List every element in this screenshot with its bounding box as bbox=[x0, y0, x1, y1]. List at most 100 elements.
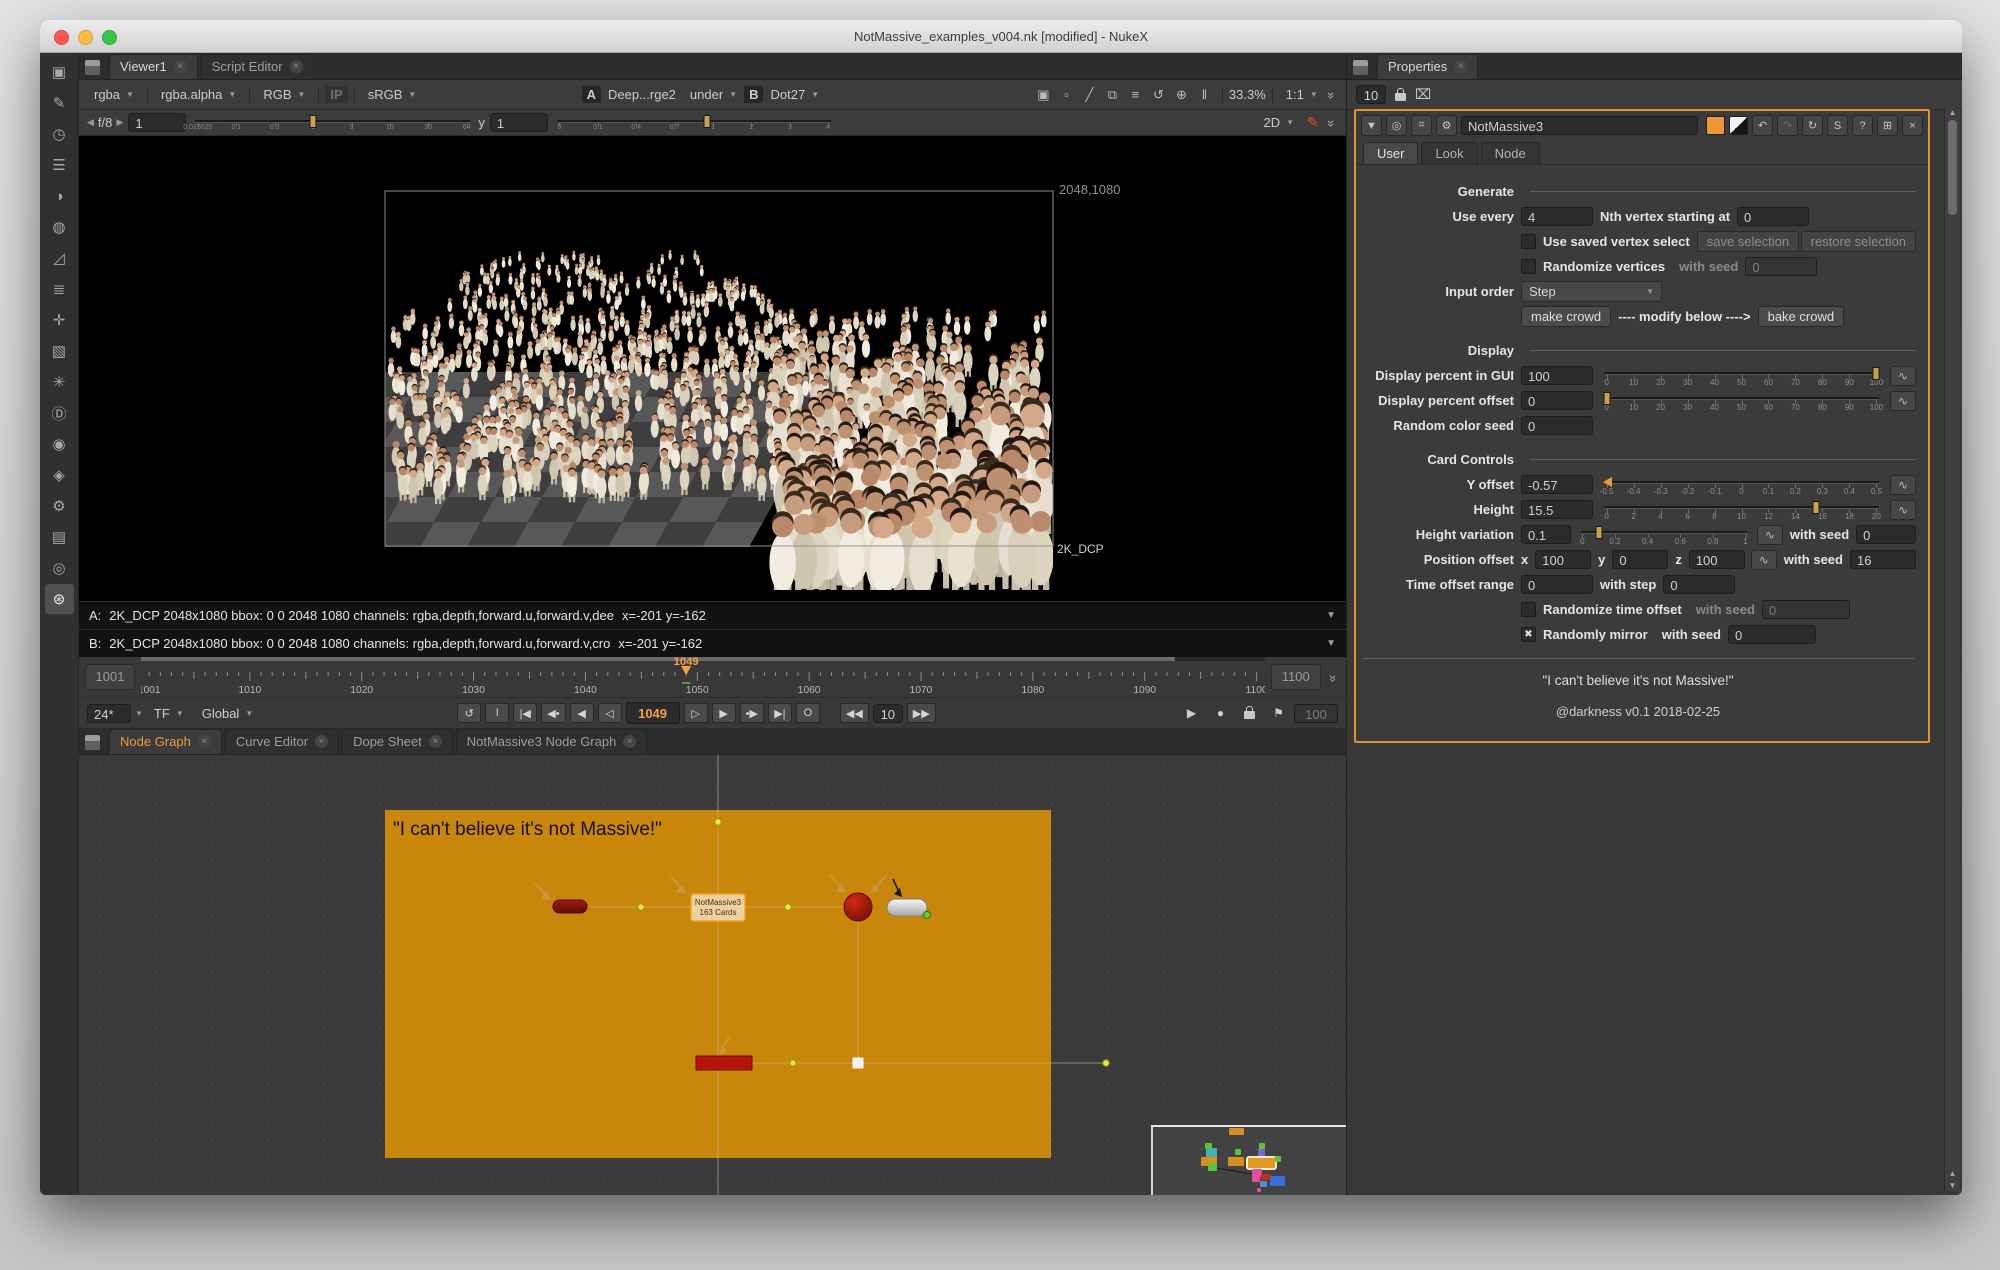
transport-in-out-range-button[interactable]: I bbox=[485, 703, 509, 723]
randomize-vertices-checkbox[interactable] bbox=[1521, 259, 1536, 274]
panel-menu-icon[interactable]: » bbox=[1326, 670, 1341, 683]
animation-curve-icon[interactable]: ∿ bbox=[1890, 366, 1916, 386]
input-process-toggle[interactable]: IP bbox=[325, 86, 347, 103]
tool-metadata-icon[interactable]: ◈ bbox=[45, 460, 74, 490]
display-mode-dropdown[interactable]: RGB▼ bbox=[256, 85, 312, 104]
tool-deep-icon[interactable]: Ⓓ bbox=[45, 398, 74, 428]
node-dot-selected[interactable] bbox=[853, 1058, 863, 1068]
node-color-swatch[interactable] bbox=[1706, 116, 1725, 135]
layer-dropdown[interactable]: rgba.alpha▼ bbox=[154, 85, 243, 104]
close-tab-icon[interactable]: × bbox=[1454, 60, 1467, 73]
node-red-bar[interactable] bbox=[696, 1056, 752, 1070]
capture-icon[interactable]: ▣ bbox=[1032, 87, 1055, 103]
roi-icon[interactable]: ⊕ bbox=[1170, 87, 1193, 103]
transport-play-backward-button[interactable]: ◀ bbox=[570, 703, 594, 723]
a-input-dropdown[interactable]: Deep...rge2 bbox=[601, 85, 683, 104]
overlay-icon[interactable]: ⧉ bbox=[1101, 87, 1124, 103]
random-color-seed-input[interactable]: 0 bbox=[1521, 416, 1593, 435]
randomly-mirror-checkbox[interactable]: ✖ bbox=[1521, 627, 1536, 642]
tool-channel-icon[interactable]: ☰ bbox=[45, 150, 74, 180]
gain-input[interactable]: 1 bbox=[128, 113, 186, 132]
animation-curve-icon[interactable]: ∿ bbox=[1890, 391, 1916, 411]
display-percent-gui-input[interactable]: 100 bbox=[1521, 366, 1593, 385]
render-flag-icon[interactable]: ⚑ bbox=[1267, 703, 1290, 723]
slider-handle[interactable] bbox=[1595, 526, 1602, 539]
close-tab-icon[interactable]: × bbox=[198, 735, 211, 748]
timeline-mode-dropdown[interactable]: TF▼ bbox=[147, 704, 191, 723]
height-slider[interactable]: 02468101214161820 bbox=[1601, 499, 1882, 521]
tab-notmassive3-node-graph[interactable]: NotMassive3 Node Graph× bbox=[456, 729, 648, 754]
channels-dropdown[interactable]: rgba▼ bbox=[87, 85, 141, 104]
close-all-panels-icon[interactable]: ⌧ bbox=[1415, 86, 1431, 103]
tab-viewer1[interactable]: Viewer1× bbox=[109, 54, 198, 79]
height-variation-slider[interactable]: 00.20.40.60.81 bbox=[1579, 524, 1749, 546]
b-input-dropdown[interactable]: Dot27▼ bbox=[763, 85, 826, 104]
position-z-input[interactable]: 100 bbox=[1689, 550, 1745, 569]
tool-views-icon[interactable]: ◉ bbox=[45, 429, 74, 459]
node-red-sphere[interactable] bbox=[844, 893, 872, 921]
gamma-label[interactable]: y bbox=[478, 115, 485, 130]
wipe-icon[interactable]: ╱ bbox=[1078, 87, 1101, 103]
cache-size-field[interactable]: 100 bbox=[1294, 704, 1338, 723]
range-out-field[interactable]: 1100 bbox=[1271, 664, 1321, 690]
zoom-level[interactable]: 33.3% bbox=[1229, 87, 1266, 102]
close-panel-icon[interactable]: × bbox=[1902, 115, 1923, 136]
undo-icon[interactable]: ↶ bbox=[1752, 115, 1773, 136]
revert-icon[interactable]: ↻ bbox=[1802, 115, 1823, 136]
gamma-input[interactable]: 1 bbox=[490, 113, 548, 132]
slider-handle[interactable] bbox=[704, 115, 711, 128]
gamma-slider[interactable]: 00.10.40.71234 bbox=[554, 113, 834, 133]
redo-icon[interactable]: ↷ bbox=[1777, 115, 1798, 136]
pane-icon[interactable] bbox=[85, 60, 100, 75]
frame-display-icon[interactable]: ▫ bbox=[1055, 87, 1078, 102]
animation-curve-icon[interactable]: ∿ bbox=[1890, 475, 1916, 495]
pane-icon[interactable] bbox=[85, 735, 100, 750]
height-variation-input[interactable]: 0.1 bbox=[1521, 525, 1571, 544]
transport-prev-keyframe-button[interactable]: ◀• bbox=[541, 703, 565, 723]
stripes-icon[interactable]: ≡ bbox=[1124, 87, 1147, 102]
hide-input-icon[interactable]: ⌗ bbox=[1411, 115, 1432, 136]
tab-user[interactable]: User bbox=[1363, 142, 1418, 164]
node-graph-minimap[interactable] bbox=[1151, 1125, 1346, 1195]
composite-dropdown[interactable]: under▼ bbox=[683, 85, 744, 104]
viewer-canvas[interactable]: 2048,1080 2K_DCP bbox=[79, 136, 1346, 601]
help-icon[interactable]: ? bbox=[1852, 115, 1873, 136]
tool-toolsets-icon[interactable]: ⚙ bbox=[45, 491, 74, 521]
tool-image-icon[interactable]: ▣ bbox=[45, 57, 74, 87]
save-selection-button[interactable]: save selection bbox=[1697, 231, 1799, 252]
height-variation-seed-input[interactable]: 0 bbox=[1856, 525, 1916, 544]
proxy-dropdown[interactable]: 1:1▼ bbox=[1279, 85, 1325, 104]
close-window-icon[interactable] bbox=[54, 30, 69, 45]
tool-filter-icon[interactable]: ◍ bbox=[45, 212, 74, 242]
center-in-graph-icon[interactable]: ◎ bbox=[1386, 115, 1407, 136]
window-titlebar[interactable]: NotMassive_examples_v004.nk [modified] -… bbox=[40, 20, 1962, 53]
panel-menu-icon[interactable]: » bbox=[1324, 88, 1339, 101]
tool-particles-icon[interactable]: ✳ bbox=[45, 367, 74, 397]
annotation-pen-icon[interactable]: ✎ bbox=[1307, 114, 1319, 131]
make-crowd-button[interactable]: make crowd bbox=[1521, 306, 1611, 327]
tool-other-icon[interactable]: ▤ bbox=[45, 522, 74, 552]
gain-slider[interactable]: 0.0156250.10.313103064 bbox=[192, 113, 472, 133]
close-tab-icon[interactable]: × bbox=[174, 60, 187, 73]
scrollbar-thumb[interactable] bbox=[1948, 120, 1957, 215]
gain-label[interactable]: f/8 bbox=[98, 115, 112, 130]
display-percent-gui-slider[interactable]: 0102030405060708090100 bbox=[1601, 365, 1882, 387]
tool-transform-icon[interactable]: ✛ bbox=[45, 305, 74, 335]
slider-handle[interactable] bbox=[1603, 392, 1610, 405]
position-y-input[interactable]: 0 bbox=[1612, 550, 1668, 569]
transport-play-forward-button[interactable]: ▶ bbox=[712, 703, 736, 723]
flipbook-play-icon[interactable]: ▶ bbox=[1180, 703, 1203, 723]
tool-3d-icon[interactable]: ▧ bbox=[45, 336, 74, 366]
pause-icon[interactable]: ‖ bbox=[1193, 87, 1216, 102]
restore-selection-button[interactable]: restore selection bbox=[1801, 231, 1916, 252]
skip-backward-button[interactable]: ◀◀ bbox=[840, 703, 869, 723]
nth-input[interactable]: 0 bbox=[1737, 207, 1809, 226]
node-name-field[interactable]: NotMassive3 bbox=[1461, 116, 1698, 135]
slider-handle[interactable] bbox=[310, 115, 317, 128]
manage-knobs-wrench-icon[interactable]: ⚙ bbox=[1436, 115, 1457, 136]
minimize-window-icon[interactable] bbox=[78, 30, 93, 45]
tab-properties[interactable]: Properties × bbox=[1377, 54, 1478, 79]
close-tab-icon[interactable]: × bbox=[429, 735, 442, 748]
tool-merge-icon[interactable]: ≣ bbox=[45, 274, 74, 304]
transport-last-frame-button[interactable]: ▶| bbox=[768, 703, 792, 723]
